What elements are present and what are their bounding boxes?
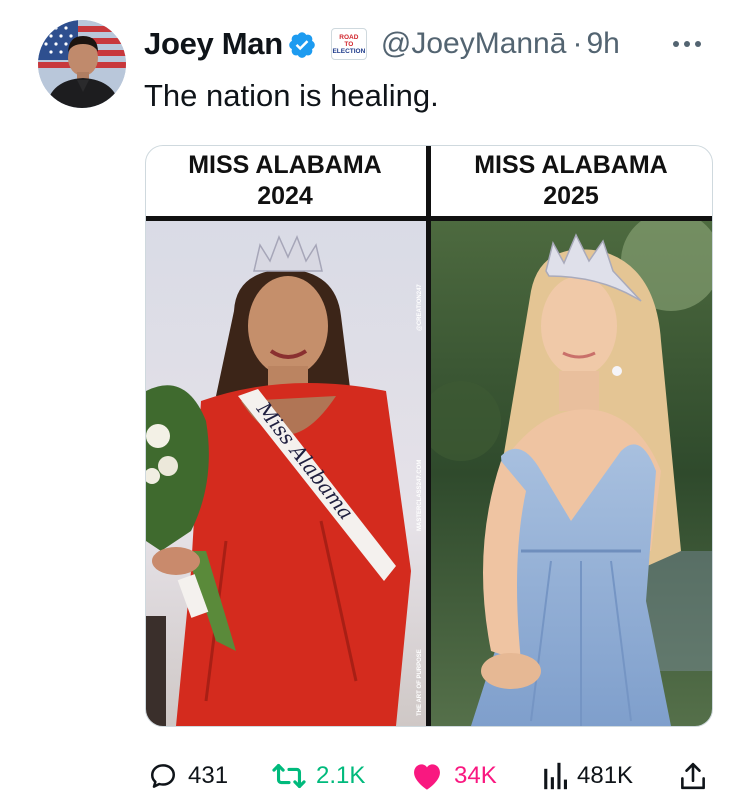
badge-line-1: ROAD — [339, 33, 359, 41]
more-dot — [673, 41, 679, 47]
right-caption-year: 2025 — [543, 182, 599, 210]
badge-line-2: TO — [344, 40, 354, 48]
more-dot — [684, 41, 690, 47]
photo-right — [431, 221, 712, 726]
heart-icon — [414, 764, 440, 790]
left-caption-title: MISS ALABAMA — [188, 151, 382, 179]
more-dot — [695, 41, 701, 47]
tweet-header: Joey Man ROAD TO ELECTION @JoeyMannā · 9… — [144, 22, 620, 66]
photo-right-illustration — [431, 221, 712, 726]
tweet-media[interactable]: MISS ALABAMA 2024 MISS ALABAMA 2025 Miss… — [145, 145, 713, 727]
more-options-icon[interactable] — [673, 22, 701, 66]
right-caption: MISS ALABAMA 2025 — [432, 150, 710, 212]
badge-line-3: ELECTION — [332, 47, 366, 55]
watermark-bottom: THE ART OF PURPOSE — [417, 649, 423, 716]
share-button[interactable] — [680, 754, 706, 798]
views-icon — [544, 762, 567, 790]
like-button[interactable]: 34K — [410, 754, 497, 798]
watermark-top: @CREATION247 — [417, 284, 423, 331]
repost-count: 2.1K — [316, 762, 366, 789]
tweet-timestamp[interactable]: 9h — [586, 27, 619, 61]
separator-dot: · — [572, 27, 583, 60]
views-count: 481K — [577, 762, 634, 789]
avatar-image — [38, 20, 126, 108]
avatar[interactable] — [38, 20, 126, 108]
like-count: 34K — [454, 762, 497, 789]
repost-icon — [272, 763, 306, 789]
affiliate-badge-icon[interactable]: ROAD TO ELECTION — [330, 28, 367, 60]
views-button[interactable]: 481K — [543, 754, 633, 798]
reply-icon — [151, 764, 175, 788]
verified-badge-icon — [289, 32, 315, 58]
left-caption: MISS ALABAMA 2024 — [146, 150, 424, 212]
tweet-text: The nation is healing. — [144, 78, 439, 113]
watermark-middle: MASTERCLASS247.COM — [417, 459, 423, 531]
left-caption-year: 2024 — [257, 182, 313, 210]
photo-left-illustration: Miss Alabama — [146, 221, 426, 726]
photo-left: Miss Alabama @CREATION247 MASTERCLASS247… — [146, 221, 426, 726]
reply-button[interactable]: 431 — [148, 754, 228, 798]
share-icon — [681, 762, 705, 790]
right-caption-title: MISS ALABAMA — [474, 151, 668, 179]
author-handle[interactable]: @JoeyMannā — [381, 27, 567, 61]
action-bar: 431 2.1K 34K 481K — [148, 754, 718, 798]
reply-count: 431 — [188, 762, 229, 789]
author-name[interactable]: Joey Man — [144, 26, 283, 62]
repost-button[interactable]: 2.1K — [272, 754, 365, 798]
